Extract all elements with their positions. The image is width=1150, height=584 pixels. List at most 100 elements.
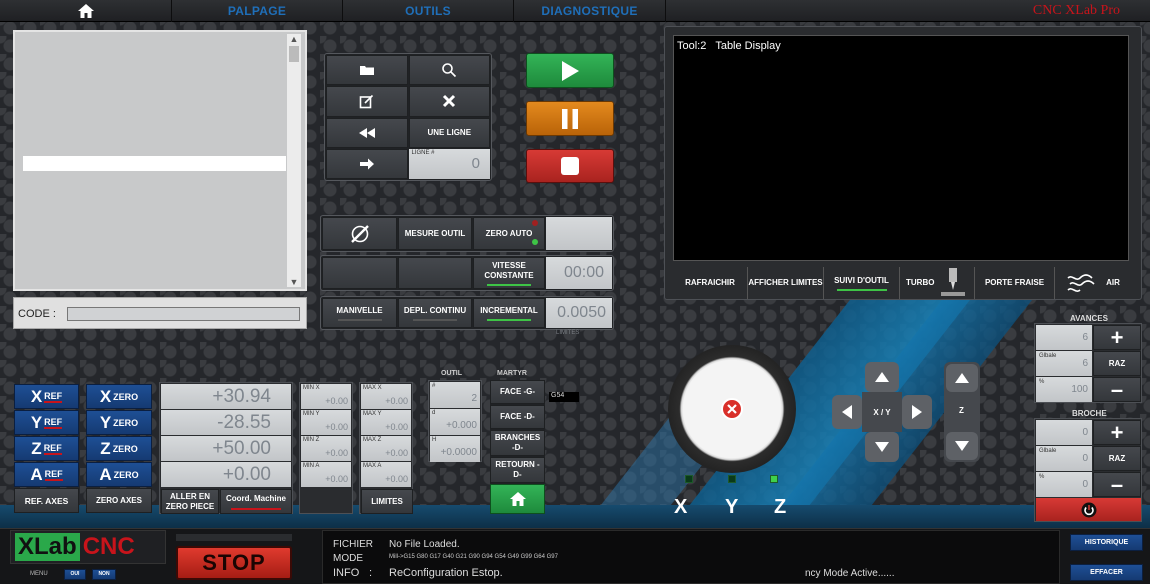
continuous-jog-button[interactable]: DEPL. CONTINU: [398, 298, 472, 328]
face-g-button[interactable]: FACE -G-: [490, 380, 545, 404]
fichier-label: FICHIER: [333, 539, 373, 550]
min-limits-panel: MIN X +0.00 MIN Y +0.00 MIN Z +0.00 MIN A +0.00: [299, 382, 353, 514]
handwheel[interactable]: [668, 345, 796, 473]
show-limits-button[interactable]: AFFICHER LIMITES: [748, 267, 824, 299]
avances-raz-button[interactable]: RAZ: [1093, 351, 1141, 376]
min-limit-field[interactable]: MIN A +0.00: [301, 462, 351, 487]
max-limit-field[interactable]: MAX A +0.00: [361, 462, 411, 487]
scroll-down-icon[interactable]: ▼: [287, 277, 301, 287]
zero-y-button[interactable]: Y ZERO: [86, 410, 152, 435]
ref-a-button[interactable]: A REF: [14, 462, 79, 487]
min-limit-field[interactable]: MIN Z +0.00: [301, 436, 351, 461]
menu-yes-button[interactable]: OUI: [64, 569, 86, 580]
edit-file-button[interactable]: [326, 86, 408, 117]
zero-x-button[interactable]: X ZERO: [86, 384, 152, 409]
incremental-button[interactable]: INCREMENTAL: [473, 298, 545, 328]
ref-y-button[interactable]: Y REF: [14, 410, 79, 435]
limits-button[interactable]: LIMITES: [361, 489, 413, 514]
avances-label-3: %: [1039, 379, 1045, 385]
toolpath-canvas[interactable]: Tool:2 Table Display: [673, 35, 1129, 261]
zero-z-button[interactable]: Z ZERO: [86, 436, 152, 461]
outil-label: #: [432, 383, 436, 389]
run-from-line-button[interactable]: [326, 148, 408, 179]
scroll-thumb[interactable]: [289, 46, 299, 62]
zero-axes-button[interactable]: ZERO AXES: [86, 488, 152, 513]
branches-button[interactable]: BRANCHES -D-: [490, 430, 545, 456]
search-button[interactable]: [408, 55, 490, 86]
jog-z-minus-button[interactable]: [946, 432, 978, 460]
diameter-button[interactable]: [322, 217, 397, 250]
blank-button-1[interactable]: [322, 257, 397, 289]
avances-minus-button[interactable]: –: [1093, 377, 1141, 402]
outil-field[interactable]: d +0.000: [430, 409, 480, 435]
jog-pad-xy: X / Y: [832, 362, 932, 462]
ref-axes-button[interactable]: REF. AXES: [14, 488, 79, 513]
dro-field[interactable]: +30.94: [161, 384, 291, 409]
air-button[interactable]: AIR: [1055, 267, 1131, 299]
min-limit-field[interactable]: MIN Y +0.00: [301, 410, 351, 435]
min-limit-field[interactable]: MIN X +0.00: [301, 384, 351, 409]
tool-holder-button[interactable]: PORTE FRAISE: [975, 267, 1055, 299]
machine-coords-button[interactable]: Coord. Machine: [220, 489, 292, 514]
feed-hold-button[interactable]: [526, 101, 614, 136]
gcode-list[interactable]: ▲ ▼: [13, 30, 307, 291]
tab-palpage[interactable]: PALPAGE: [172, 0, 343, 22]
arrow-up-icon: [875, 372, 889, 382]
retour-button[interactable]: RETOURN -D-: [490, 457, 545, 483]
outil-field[interactable]: #2: [430, 382, 480, 408]
ref-z-button[interactable]: Z REF: [14, 436, 79, 461]
stop-cycle-button[interactable]: [526, 149, 614, 183]
refresh-button[interactable]: RAFRAICHIR: [673, 267, 748, 299]
single-line-button[interactable]: UNE LIGNE: [408, 117, 490, 148]
cycle-start-button[interactable]: [526, 53, 614, 88]
clear-button[interactable]: EFFACER: [1070, 564, 1143, 581]
line-number-field[interactable]: LIGNE # 0: [408, 148, 490, 179]
max-limit-field[interactable]: MAX Z +0.00: [361, 436, 411, 461]
increment-value-field[interactable]: 0.0050: [546, 298, 612, 328]
blank-button-2[interactable]: [398, 257, 472, 289]
goto-zero-button[interactable]: ALLER EN ZERO PIECE: [161, 489, 219, 514]
outil-field[interactable]: H +0.0000: [430, 436, 480, 462]
close-file-button[interactable]: [408, 86, 490, 117]
tab-outils[interactable]: OUTILS: [343, 0, 514, 22]
gcode-scrollbar[interactable]: ▲ ▼: [287, 34, 301, 287]
zero-a-button[interactable]: A ZERO: [86, 462, 152, 487]
tab-diagnostique[interactable]: DIAGNOSTIQUE: [514, 0, 666, 22]
broche-plus-button[interactable]: +: [1093, 420, 1141, 445]
rewind-button[interactable]: [326, 117, 408, 148]
constant-speed-button[interactable]: VITESSE CONSTANTE: [473, 257, 545, 289]
max-limit-field[interactable]: MAX X +0.00: [361, 384, 411, 409]
dro-field[interactable]: -28.55: [161, 410, 291, 435]
ref-axis-suffix: REF: [44, 416, 63, 429]
measure-tool-button[interactable]: MESURE OUTIL: [398, 217, 472, 250]
face-d-button[interactable]: FACE -D-: [490, 405, 545, 429]
menu-no-button[interactable]: NON: [92, 569, 116, 580]
manivelle-button[interactable]: MANIVELLE: [322, 298, 397, 328]
jog-x-plus-button[interactable]: [902, 395, 932, 429]
ref-axis-letter: Z: [31, 438, 42, 458]
jog-z-plus-button[interactable]: [946, 364, 978, 392]
spindle-toggle-button[interactable]: [1036, 498, 1141, 521]
jog-x-minus-button[interactable]: [832, 395, 862, 429]
open-file-button[interactable]: [326, 55, 408, 86]
martyr-home-button[interactable]: [490, 484, 545, 514]
follow-tool-button[interactable]: SUIVI D'OUTIL: [824, 267, 900, 299]
dro-field[interactable]: +50.00: [161, 436, 291, 461]
turbo-button[interactable]: TURBO: [900, 267, 975, 299]
avances-plus-button[interactable]: +: [1093, 325, 1141, 350]
jog-y-plus-button[interactable]: [865, 362, 899, 392]
jog-y-minus-button[interactable]: [865, 432, 899, 462]
handwheel-led-z: [770, 475, 778, 483]
max-limit-field[interactable]: MAX Y +0.00: [361, 410, 411, 435]
home-tab[interactable]: [0, 0, 172, 22]
broche-raz-button[interactable]: RAZ: [1093, 446, 1141, 471]
emergency-stop-button[interactable]: STOP: [176, 546, 292, 580]
scroll-up-icon[interactable]: ▲: [287, 34, 301, 44]
dro-field[interactable]: +0.00: [161, 462, 291, 487]
code-label: CODE :: [18, 308, 56, 320]
history-button[interactable]: HISTORIQUE: [1070, 534, 1143, 551]
handwheel-estop-icon[interactable]: [721, 398, 743, 420]
code-input[interactable]: [67, 307, 300, 321]
broche-minus-button[interactable]: –: [1093, 472, 1141, 497]
ref-x-button[interactable]: X REF: [14, 384, 79, 409]
